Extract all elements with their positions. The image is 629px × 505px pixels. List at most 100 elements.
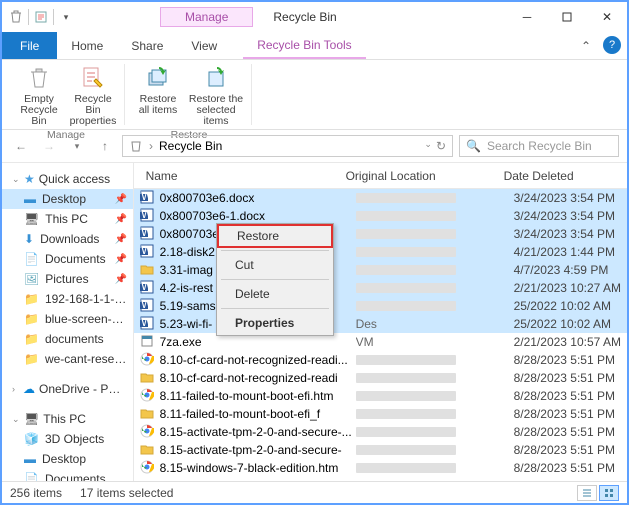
- table-row[interactable]: W0x800703e6.docx3/24/2023 3:54 PM: [134, 189, 627, 207]
- sidebar-item-folder4[interactable]: 📁we-cant-reset-you: [2, 349, 133, 369]
- app-icon: [140, 334, 156, 350]
- sidebar-item-thispc[interactable]: 🖥This PC📌: [2, 209, 133, 229]
- sidebar-item-folder2[interactable]: 📁blue-screen-after-i: [2, 309, 133, 329]
- properties-qat-icon[interactable]: [33, 9, 49, 25]
- nav-recent-dropdown[interactable]: ▾: [66, 135, 88, 157]
- help-button[interactable]: ?: [603, 36, 621, 54]
- sidebar-desktop2[interactable]: ▬Desktop: [2, 449, 133, 469]
- sidebar-item-documents[interactable]: 📄Documents📌: [2, 249, 133, 269]
- sidebar-3dobjects[interactable]: 🧊3D Objects: [2, 429, 133, 449]
- nav-forward-button[interactable]: →: [38, 135, 60, 157]
- file-date: 8/28/2023 5:51 PM: [514, 371, 621, 385]
- recycle-bin-properties-button[interactable]: Recycle Bin properties: [68, 64, 118, 127]
- restore-all-button[interactable]: Restore all items: [133, 64, 183, 127]
- file-date: 3/24/2023 3:54 PM: [514, 209, 621, 223]
- context-cut[interactable]: Cut: [217, 253, 333, 277]
- table-row[interactable]: W4.2-is-rest2/21/2023 10:27 AM: [134, 279, 627, 297]
- menu-home[interactable]: Home: [57, 32, 117, 59]
- sidebar-item-folder3[interactable]: 📁documents: [2, 329, 133, 349]
- svg-text:W: W: [141, 280, 153, 293]
- empty-recycle-bin-button[interactable]: Empty Recycle Bin: [14, 64, 64, 127]
- table-row[interactable]: W5.19-sams25/2022 10:02 AM: [134, 297, 627, 315]
- file-name: 8.15-activate-tpm-2-0-and-secure-: [160, 443, 356, 457]
- file-date: 8/28/2023 5:51 PM: [514, 425, 621, 439]
- column-name[interactable]: Name: [140, 169, 340, 183]
- file-location: [356, 373, 514, 383]
- table-row[interactable]: 8.15-activate-tpm-2-0-and-secure-8/28/20…: [134, 441, 627, 459]
- table-row[interactable]: 8.15-windows-7-black-edition.htm8/28/202…: [134, 459, 627, 477]
- menu-recycle-bin-tools[interactable]: Recycle Bin Tools: [243, 32, 366, 59]
- table-row[interactable]: W 0x800703e6-1.docx 3/24/2023 3:54 PM: [134, 207, 627, 225]
- file-date: 4/21/2023 1:44 PM: [514, 245, 621, 259]
- sidebar-quick-access[interactable]: ⌄★Quick access: [2, 169, 133, 189]
- table-row[interactable]: 8.15-activate-tpm-2-0-and-secure-... 8/28…: [134, 423, 627, 441]
- minimize-button[interactable]: ─: [507, 3, 547, 31]
- context-menu: Restore Cut Delete Properties: [216, 223, 334, 336]
- word-icon: W: [140, 208, 156, 224]
- empty-bin-icon: [25, 64, 53, 92]
- table-row[interactable]: 8.10-cf-card-not-recognized-readi8/28/20…: [134, 369, 627, 387]
- file-location: [356, 247, 514, 257]
- sidebar-thispc-tree[interactable]: ⌄🖥This PC: [2, 409, 133, 429]
- ribbon: Empty Recycle Bin Recycle Bin properties…: [2, 60, 627, 130]
- file-location: Des: [356, 317, 514, 331]
- restore-selected-button[interactable]: Restore the selected items: [187, 64, 245, 127]
- address-bar[interactable]: › Recycle Bin ⌄ ↻: [122, 135, 453, 157]
- nav-back-button[interactable]: ←: [10, 135, 32, 157]
- table-row[interactable]: 7za.exeVM2/21/2023 10:57 AM: [134, 333, 627, 351]
- refresh-button[interactable]: ↻: [436, 139, 446, 153]
- onedrive-icon: ☁: [23, 382, 35, 396]
- address-dropdown-icon[interactable]: ⌄: [424, 139, 432, 153]
- view-thumbnails-button[interactable]: [599, 485, 619, 501]
- titlebar: ▾ Manage Recycle Bin ─ ✕: [2, 2, 627, 32]
- contextual-tab-manage[interactable]: Manage: [160, 7, 253, 27]
- sidebar-onedrive[interactable]: ›☁OneDrive - Personal: [2, 379, 133, 399]
- column-date[interactable]: Date Deleted: [498, 169, 621, 183]
- table-row[interactable]: 8.15-windows-7-black-edition_files8/28/2…: [134, 477, 627, 481]
- table-row[interactable]: 3.31-imag4/7/2023 4:59 PM: [134, 261, 627, 279]
- context-properties[interactable]: Properties: [217, 311, 333, 335]
- file-location: [356, 445, 514, 455]
- column-location[interactable]: Original Location: [340, 169, 498, 183]
- maximize-button[interactable]: [547, 3, 587, 31]
- sidebar-item-folder1[interactable]: 📁192-168-1-1-log: [2, 289, 133, 309]
- close-button[interactable]: ✕: [587, 3, 627, 31]
- nav-up-button[interactable]: ↑: [94, 135, 116, 157]
- sidebar-item-pictures[interactable]: 🖼Pictures📌: [2, 269, 133, 289]
- menu-share[interactable]: Share: [117, 32, 177, 59]
- file-name: 7za.exe: [160, 335, 356, 349]
- folder-icon: [140, 442, 156, 458]
- menu-view[interactable]: View: [177, 32, 231, 59]
- menu-file[interactable]: File: [2, 32, 57, 59]
- sidebar-item-downloads[interactable]: ⬇Downloads📌: [2, 229, 133, 249]
- file-date: 4/7/2023 4:59 PM: [514, 263, 621, 277]
- table-row[interactable]: W2.18-disk24/21/2023 1:44 PM: [134, 243, 627, 261]
- word-icon: W: [140, 316, 156, 332]
- search-input[interactable]: 🔍 Search Recycle Bin: [459, 135, 619, 157]
- context-restore[interactable]: Restore: [217, 224, 333, 248]
- pin-icon: 📌: [115, 234, 127, 245]
- table-row[interactable]: W5.23-wi-fi-Des25/2022 10:02 AM: [134, 315, 627, 333]
- table-row[interactable]: W0x800703e6-2.docx3/24/2023 3:54 PM: [134, 225, 627, 243]
- table-row[interactable]: 8.11-failed-to-mount-boot-efi.htm8/28/20…: [134, 387, 627, 405]
- word-icon: W: [140, 298, 156, 314]
- pc-icon: 🖥: [24, 412, 39, 426]
- table-row[interactable]: 8.10-cf-card-not-recognized-readi...8/28…: [134, 351, 627, 369]
- file-date: 8/28/2023 5:51 PM: [514, 353, 621, 367]
- sidebar-item-desktop[interactable]: ▬Desktop📌: [2, 189, 133, 209]
- file-name: 0x800703e6-1.docx: [160, 209, 356, 223]
- file-location: [356, 409, 514, 419]
- ribbon-collapse-icon[interactable]: ⌃: [575, 32, 597, 59]
- context-delete[interactable]: Delete: [217, 282, 333, 306]
- pin-icon: 📌: [115, 274, 127, 285]
- status-bar: 256 items 17 items selected: [2, 481, 627, 503]
- file-name: 8.15-activate-tpm-2-0-and-secure-...: [160, 425, 356, 439]
- view-details-button[interactable]: [577, 485, 597, 501]
- sidebar-documents2[interactable]: 📄Documents: [2, 469, 133, 481]
- qat-dropdown-icon[interactable]: ▾: [58, 9, 74, 25]
- table-row[interactable]: 8.11-failed-to-mount-boot-efi_f8/28/2023…: [134, 405, 627, 423]
- pc-icon: 🖥: [24, 212, 39, 226]
- word-icon: W: [140, 190, 156, 206]
- file-location: [356, 463, 514, 473]
- chrome-icon: [140, 388, 156, 404]
